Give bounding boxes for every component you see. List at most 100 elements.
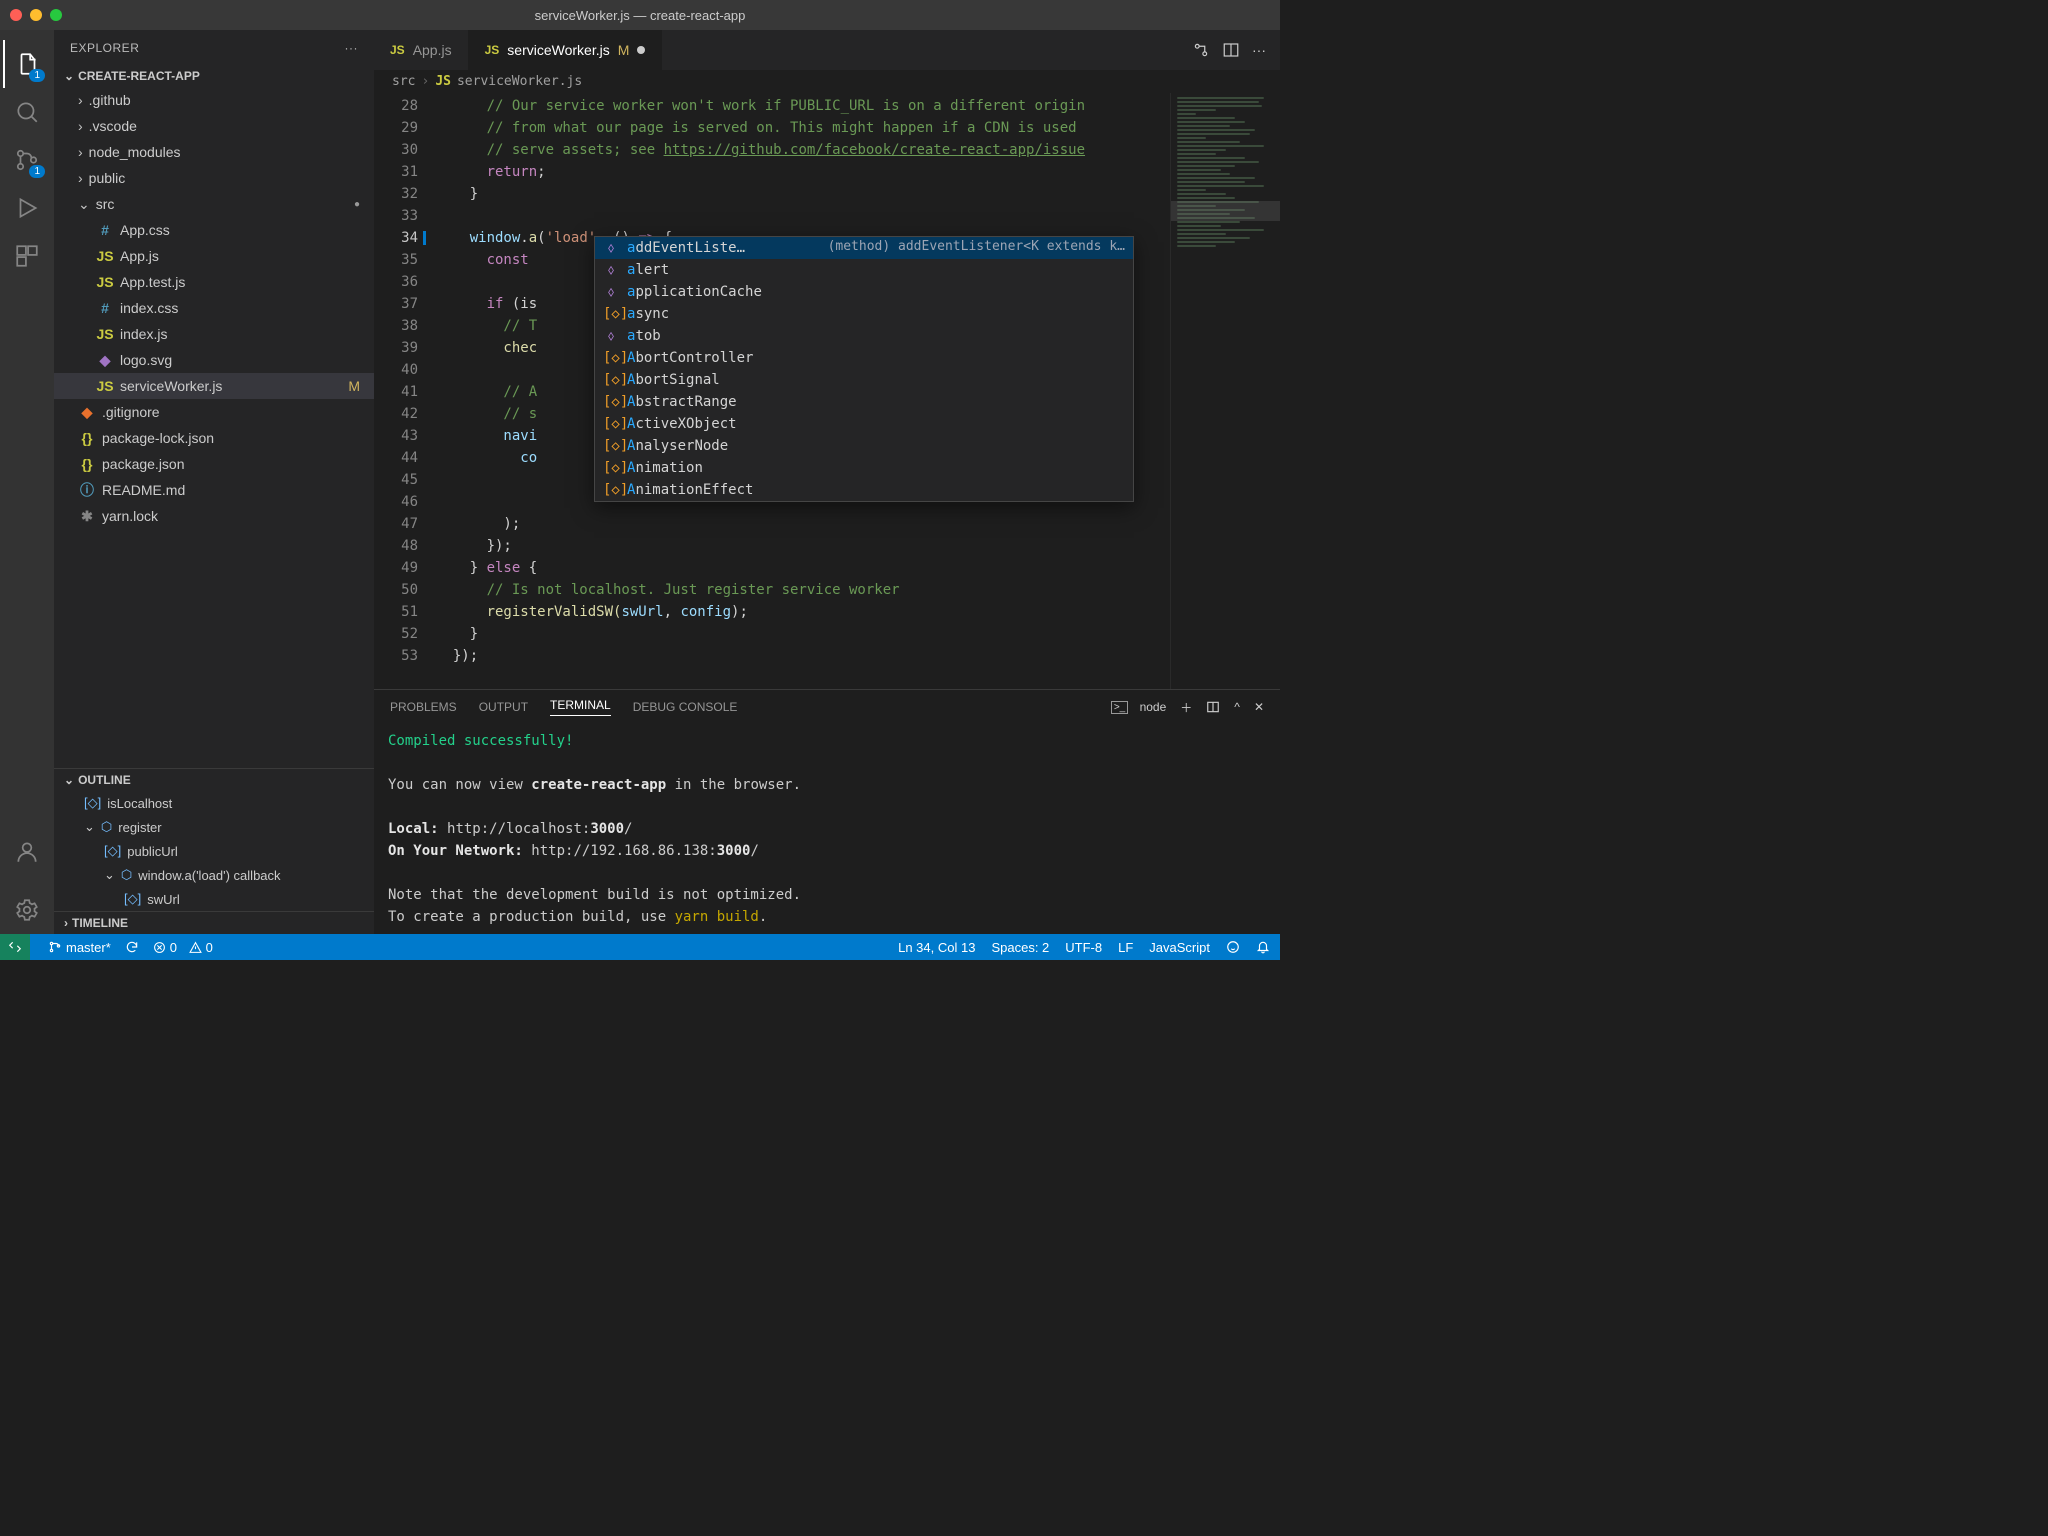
outline-item[interactable]: [◇]isLocalhost <box>54 791 374 815</box>
file-index-js[interactable]: JSindex.js <box>54 321 374 347</box>
close-panel-icon[interactable]: ✕ <box>1254 700 1264 714</box>
code-editor[interactable]: 2829303132333435363738394041424344454647… <box>374 93 1280 689</box>
git-file-icon: ◆ <box>78 404 96 421</box>
accounts-icon[interactable] <box>3 828 51 876</box>
maximize-window-button[interactable] <box>50 9 62 21</box>
git-branch[interactable]: master* <box>48 940 111 955</box>
compare-icon[interactable] <box>1192 41 1210 59</box>
explorer-icon[interactable]: 1 <box>3 40 51 88</box>
folder-src[interactable]: src● <box>54 191 374 217</box>
class-icon: [◇] <box>603 416 619 432</box>
suggest-item[interactable]: [◇]AbortController <box>595 347 1133 369</box>
project-header[interactable]: CREATE-REACT-APP <box>54 65 374 87</box>
modified-indicator: M <box>348 378 360 394</box>
new-terminal-icon[interactable]: ＋ <box>1180 699 1192 716</box>
sidebar-more-icon[interactable]: ··· <box>345 41 359 55</box>
terminal-shell-selector[interactable]: >_ node <box>1111 700 1166 714</box>
notifications-icon[interactable] <box>1256 940 1270 954</box>
folder-public[interactable]: public <box>54 165 374 191</box>
cursor-position[interactable]: Ln 34, Col 13 <box>898 940 975 955</box>
minimize-window-button[interactable] <box>30 9 42 21</box>
outline-header[interactable]: OUTLINE <box>54 769 374 791</box>
json-file-icon: {} <box>78 430 96 446</box>
outline-section: OUTLINE [◇]isLocalhost ⬡register [◇]publ… <box>54 768 374 934</box>
file-service-worker-js[interactable]: JSserviceWorker.jsM <box>54 373 374 399</box>
method-icon: ⬨ <box>603 262 619 278</box>
folder-node-modules[interactable]: node_modules <box>54 139 374 165</box>
panel-tab-problems[interactable]: PROBLEMS <box>390 700 457 714</box>
chevron-right-icon <box>78 170 83 186</box>
suggest-item[interactable]: ⬨ addEventListe… (method) addEventListen… <box>595 237 1133 259</box>
panel-tab-output[interactable]: OUTPUT <box>479 700 528 714</box>
suggest-item[interactable]: [◇]AnalyserNode <box>595 435 1133 457</box>
file-gitignore[interactable]: ◆.gitignore <box>54 399 374 425</box>
settings-gear-icon[interactable] <box>3 886 51 934</box>
more-icon[interactable]: ··· <box>1252 42 1266 58</box>
suggest-item[interactable]: [◇]AnimationEffect <box>595 479 1133 501</box>
suggest-item[interactable]: ⬨alert <box>595 259 1133 281</box>
suggest-item[interactable]: [◇]async <box>595 303 1133 325</box>
tab-service-worker[interactable]: JSserviceWorker.jsM <box>469 30 663 70</box>
panel-tab-terminal[interactable]: TERMINAL <box>550 698 611 716</box>
outline-item[interactable]: ⬡window.a('load') callback <box>54 863 374 887</box>
file-logo-svg[interactable]: ◆logo.svg <box>54 347 374 373</box>
chevron-right-icon <box>78 118 83 134</box>
run-debug-icon[interactable] <box>3 184 51 232</box>
js-file-icon: JS <box>96 248 114 264</box>
explorer-badge: 1 <box>29 69 45 82</box>
sidebar: EXPLORER ··· CREATE-REACT-APP .github .v… <box>54 30 374 934</box>
outline-item[interactable]: [◇]swUrl <box>54 887 374 911</box>
bottom-panel: PROBLEMS OUTPUT TERMINAL DEBUG CONSOLE >… <box>374 689 1280 934</box>
folder-github[interactable]: .github <box>54 87 374 113</box>
terminal[interactable]: Compiled successfully! You can now view … <box>374 724 1280 934</box>
suggest-item[interactable]: ⬨atob <box>595 325 1133 347</box>
file-app-js[interactable]: JSApp.js <box>54 243 374 269</box>
file-readme[interactable]: ⓘREADME.md <box>54 477 374 503</box>
breadcrumbs[interactable]: src › JS serviceWorker.js <box>374 70 1280 93</box>
project-name: CREATE-REACT-APP <box>78 69 200 83</box>
suggest-item[interactable]: ⬨applicationCache <box>595 281 1133 303</box>
file-app-css[interactable]: #App.css <box>54 217 374 243</box>
tab-app-js[interactable]: JSApp.js <box>374 30 469 70</box>
method-icon: ⬨ <box>603 328 619 344</box>
split-terminal-icon[interactable] <box>1206 700 1220 714</box>
panel-tab-debug[interactable]: DEBUG CONSOLE <box>633 700 738 714</box>
file-app-test-js[interactable]: JSApp.test.js <box>54 269 374 295</box>
eol[interactable]: LF <box>1118 940 1133 955</box>
chevron-down-icon <box>78 196 90 213</box>
extensions-icon[interactable] <box>3 232 51 280</box>
intellisense-popup[interactable]: ⬨ addEventListe… (method) addEventListen… <box>594 236 1134 502</box>
sidebar-header: EXPLORER ··· <box>54 30 374 65</box>
minimap-viewport[interactable] <box>1171 201 1280 221</box>
suggest-item[interactable]: [◇]ActiveXObject <box>595 413 1133 435</box>
outline-item[interactable]: ⬡register <box>54 815 374 839</box>
split-editor-icon[interactable] <box>1222 41 1240 59</box>
code-content[interactable]: // Our service worker won't work if PUBL… <box>436 93 1170 689</box>
class-icon: [◇] <box>603 460 619 476</box>
search-icon[interactable] <box>3 88 51 136</box>
indentation[interactable]: Spaces: 2 <box>991 940 1049 955</box>
suggest-item[interactable]: [◇]AbstractRange <box>595 391 1133 413</box>
panel-tabs: PROBLEMS OUTPUT TERMINAL DEBUG CONSOLE >… <box>374 690 1280 724</box>
file-package-lock[interactable]: {}package-lock.json <box>54 425 374 451</box>
timeline-header[interactable]: TIMELINE <box>54 911 374 934</box>
symbol-icon: [◇] <box>124 891 141 907</box>
problems-indicator[interactable]: 0 0 <box>153 940 213 955</box>
minimap[interactable] <box>1170 93 1280 689</box>
suggest-item[interactable]: [◇]Animation <box>595 457 1133 479</box>
language-mode[interactable]: JavaScript <box>1149 940 1210 955</box>
file-index-css[interactable]: #index.css <box>54 295 374 321</box>
sync-icon[interactable] <box>125 940 139 954</box>
file-yarn-lock[interactable]: ✱yarn.lock <box>54 503 374 529</box>
source-control-icon[interactable]: 1 <box>3 136 51 184</box>
folder-vscode[interactable]: .vscode <box>54 113 374 139</box>
maximize-panel-icon[interactable]: ^ <box>1234 700 1240 714</box>
remote-indicator[interactable] <box>0 934 30 960</box>
encoding[interactable]: UTF-8 <box>1065 940 1102 955</box>
outline-item[interactable]: [◇]publicUrl <box>54 839 374 863</box>
close-window-button[interactable] <box>10 9 22 21</box>
file-tree[interactable]: .github .vscode node_modules public src●… <box>54 87 374 768</box>
suggest-item[interactable]: [◇]AbortSignal <box>595 369 1133 391</box>
file-package-json[interactable]: {}package.json <box>54 451 374 477</box>
feedback-icon[interactable] <box>1226 940 1240 954</box>
